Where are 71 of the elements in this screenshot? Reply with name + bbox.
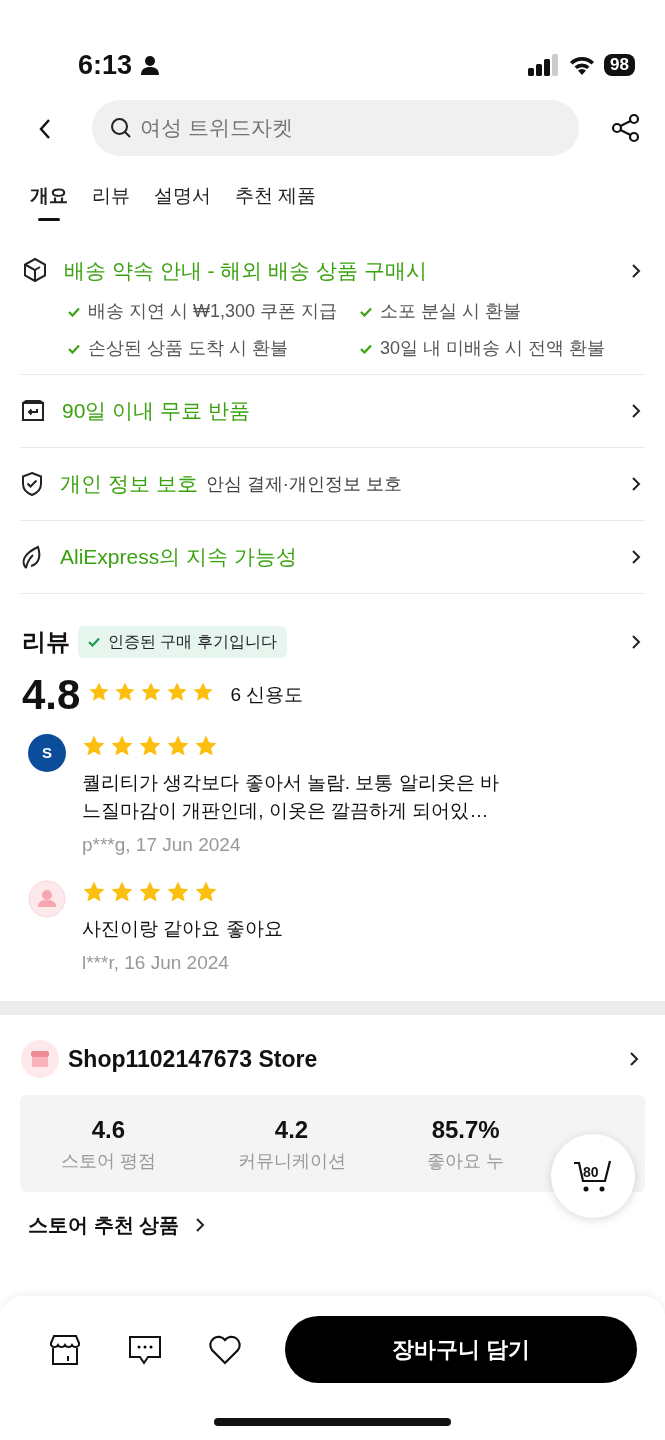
star-icon (192, 680, 215, 703)
search-field[interactable]: 여성 트위드자켓 (92, 100, 579, 156)
user-avatar: S (28, 734, 66, 772)
cart-icon (573, 1159, 613, 1193)
review-count: 6 신용도 (230, 682, 304, 707)
return-box-icon (20, 399, 46, 423)
star-icon (166, 680, 189, 703)
shield-check-icon (20, 471, 44, 497)
service-row[interactable]: 개인 정보 보호 안심 결제·개인정보 보호 (20, 447, 645, 520)
search-icon (110, 117, 132, 139)
store-name: Shop1102147673 Store (68, 1044, 318, 1074)
signal-icon (528, 54, 561, 76)
guarantee-text: 배송 지연 시 ₩1,300 쿠폰 지급 (88, 300, 338, 323)
rating-score: 4.8 (22, 674, 81, 716)
chevron-right-icon (629, 1051, 639, 1067)
chevron-right-icon (631, 476, 641, 492)
box-icon (22, 257, 48, 284)
chevron-right-icon (631, 263, 641, 279)
store-icon (20, 1039, 60, 1079)
star-icon (88, 680, 111, 703)
stat-value: 85.7% (431, 1115, 500, 1145)
review-text: 사진이랑 같아요 좋아요 (82, 916, 284, 941)
check-icon (68, 343, 80, 354)
star-icon (114, 680, 137, 703)
chevron-right-icon (631, 634, 641, 650)
tab[interactable]: 개요 (30, 182, 68, 221)
check-icon (360, 306, 372, 317)
delivery-title: 배송 약속 안내 - 해외 배송 상품 구매시 (64, 257, 427, 284)
stat-label: 좋아요 누 (427, 1150, 505, 1173)
chat-button[interactable] (128, 1333, 162, 1366)
share-button[interactable] (611, 113, 641, 143)
guarantee-text: 30일 내 미배송 시 전액 환불 (380, 337, 606, 360)
service-subtitle: 안심 결제·개인정보 보호 (205, 472, 402, 496)
tab[interactable]: 리뷰 (92, 182, 130, 221)
stat-label: 스토어 평점 (60, 1150, 156, 1173)
wishlist-button[interactable] (208, 1334, 242, 1365)
status-time: 6:13 (78, 48, 133, 82)
service-title: 90일 이내 무료 반품 (62, 398, 250, 425)
star-icon (140, 680, 163, 703)
user-avatar (28, 879, 66, 918)
stat-value: 4.2 (274, 1115, 309, 1145)
section-title: 스토어 추천 상품 (28, 1213, 180, 1238)
guarantee-text: 손상된 상품 도착 시 환불 (88, 337, 288, 360)
chevron-right-icon (631, 549, 641, 565)
section-title: 리뷰 (22, 627, 70, 657)
chevron-right-icon (195, 1217, 206, 1233)
star-icon (82, 734, 106, 758)
chevron-right-icon (631, 403, 641, 419)
tab[interactable]: 설명서 (154, 182, 211, 221)
star-icon (110, 734, 134, 758)
person-icon (140, 55, 161, 75)
service-title: AliExpress의 지속 가능성 (60, 544, 297, 571)
star-icon (138, 734, 162, 758)
star-icon (194, 734, 218, 758)
tab[interactable]: 추천 제품 (235, 182, 317, 221)
review-text: 퀄리티가 생각보다 좋아서 놀람. 보통 알리옷은 바느질마감이 개판인데, 이옷은 깔끔하게 되어있… (82, 771, 500, 823)
check-icon (360, 343, 372, 354)
battery-level: 98 (604, 54, 635, 76)
wifi-icon (568, 54, 597, 76)
store-button[interactable] (48, 1333, 82, 1366)
star-icon (166, 734, 190, 758)
add-to-cart-button[interactable]: 장바구니 담기 (285, 1316, 637, 1383)
guarantee-text: 소포 분실 시 환불 (380, 300, 521, 323)
review-meta: l***r, 16 Jun 2024 (82, 950, 230, 975)
check-icon (88, 637, 100, 647)
review-meta: p***g, 17 Jun 2024 (82, 833, 242, 857)
stat-label: 커뮤니케이션 (237, 1150, 346, 1173)
verified-badge: 인증된 구매 후기입니다 (78, 626, 287, 658)
check-icon (68, 306, 80, 317)
service-title: 개인 정보 보호 (60, 471, 198, 498)
stat-value: 4.6 (91, 1115, 125, 1145)
